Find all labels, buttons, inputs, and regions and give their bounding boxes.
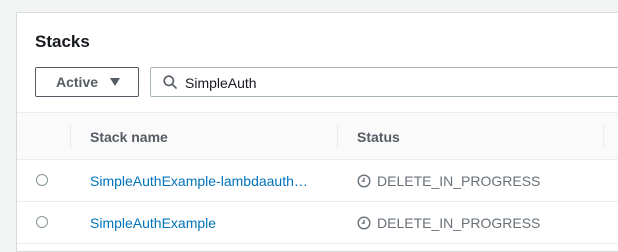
stack-status-text: DELETE_IN_PROGRESS	[377, 215, 541, 231]
status-filter-label: Active	[56, 74, 99, 90]
column-header-stack-name[interactable]: Stack name	[90, 129, 168, 145]
panel-title: Stacks	[35, 32, 90, 51]
column-divider	[603, 125, 604, 149]
search-icon	[163, 75, 177, 89]
stack-name-link[interactable]: SimpleAuthExample-lambdaauth…	[90, 173, 308, 189]
column-header-status[interactable]: Status	[357, 129, 400, 145]
clock-icon	[357, 216, 371, 230]
column-divider	[337, 125, 338, 149]
stack-status-text: DELETE_IN_PROGRESS	[377, 173, 541, 189]
stack-status: DELETE_IN_PROGRESS	[357, 173, 540, 189]
column-divider	[70, 125, 71, 149]
table-row[interactable]: SimpleAuthExample-lambdaauth… DELETE_IN_…	[17, 160, 618, 202]
stack-status: DELETE_IN_PROGRESS	[357, 215, 540, 231]
search-value: SimpleAuth	[185, 75, 257, 91]
row-select-radio[interactable]	[36, 216, 48, 228]
table-header: Stack name Status	[17, 112, 618, 160]
table-row[interactable]: SimpleAuthExample DELETE_IN_PROGRESS	[17, 202, 618, 244]
clock-icon	[357, 174, 371, 188]
status-filter-dropdown[interactable]: Active	[35, 67, 139, 97]
search-input[interactable]: SimpleAuth	[150, 67, 618, 97]
stacks-panel: Stacks Active SimpleAuth Stack name Stat…	[16, 12, 618, 252]
caret-down-icon	[110, 78, 120, 86]
row-select-radio[interactable]	[36, 174, 48, 186]
stack-name-link[interactable]: SimpleAuthExample	[90, 215, 216, 231]
